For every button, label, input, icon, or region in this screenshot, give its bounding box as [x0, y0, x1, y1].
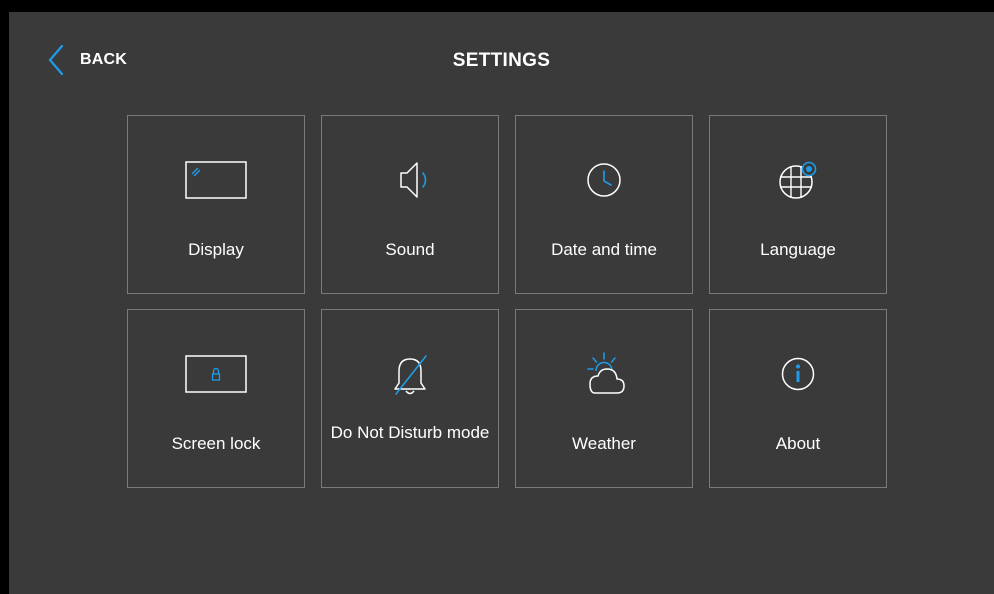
tile-label: Language: [760, 240, 836, 259]
tile-weather[interactable]: Weather: [515, 309, 693, 488]
tile-label: Weather: [572, 434, 636, 453]
tile-label: About: [775, 434, 821, 453]
tile-label: Screen lock: [171, 434, 261, 453]
page-title: SETTINGS: [452, 50, 551, 71]
tile-screen-lock[interactable]: Screen lock: [127, 309, 305, 488]
display-icon: [181, 153, 251, 207]
tile-label: Display: [188, 240, 244, 259]
tile-date-and-time[interactable]: Date and time: [515, 115, 693, 294]
clock-icon: [569, 153, 639, 207]
bell-off-icon: [375, 347, 445, 401]
settings-screen: BACK SETTINGS Display Sound Date and tim…: [0, 0, 994, 594]
tile-display[interactable]: Display: [127, 115, 305, 294]
speaker-icon: [375, 153, 445, 207]
tile-label: Date and time: [551, 240, 657, 259]
tile-language[interactable]: Language: [709, 115, 887, 294]
settings-grid: Display Sound Date and time Language Scr…: [127, 115, 888, 489]
screen-lock-icon: [181, 347, 251, 401]
tile-sound[interactable]: Sound: [321, 115, 499, 294]
tile-do-not-disturb[interactable]: Do Not Disturb mode: [321, 309, 499, 488]
info-icon: [763, 347, 833, 401]
tile-label: Do Not Disturb mode: [330, 423, 490, 442]
tile-label: Sound: [385, 240, 435, 259]
globe-icon: [763, 153, 833, 207]
tile-about[interactable]: About: [709, 309, 887, 488]
header: BACK SETTINGS: [9, 12, 994, 110]
weather-icon: [569, 347, 639, 401]
